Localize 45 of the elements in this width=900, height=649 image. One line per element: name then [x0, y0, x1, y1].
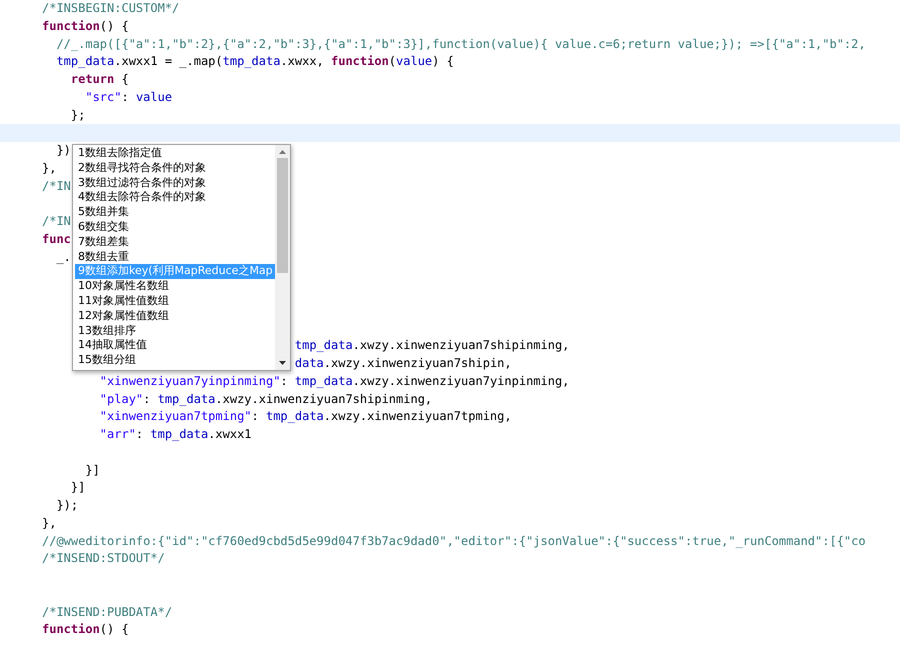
code-line: /*INSEND:PUBDATA*/: [42, 604, 172, 618]
completion-item[interactable]: 13数组排序: [75, 324, 275, 338]
code-line: }): [56, 143, 71, 157]
code-line: "xinwenziyuan7tpming": tmp_data.xwzy.xinwenziyuan7tpming,: [100, 409, 512, 424]
code-line: "play": tmp_data.xwzy.xinwenziyuan7shipinming,: [100, 392, 432, 406]
code-line: /*INSEND:STDOUT*/: [42, 551, 165, 566]
code-line: };: [70, 108, 86, 122]
completion-item[interactable]: 5数组并集: [75, 205, 275, 220]
code-line: data.xwzy.xinwenziyuan7shipin,: [294, 356, 512, 370]
scrollbar-thumb[interactable]: [277, 158, 288, 273]
code-line: //_.map([{"a":1,"b":2},{"a":2,"b":3},{"a":1,"b":3}],function(value){ value.c=6;return value;}); =>[{"a":1,"b":2,: [56, 36, 866, 50]
scrollbar[interactable]: [275, 145, 290, 370]
code-line: }]: [70, 480, 86, 494]
code-line: _.: [56, 250, 71, 264]
code-line: "arr": tmp_data.xwxx1: [100, 427, 252, 441]
completion-item[interactable]: 7数组差集: [75, 234, 275, 250]
code-line: /*IN: [42, 214, 71, 228]
code-line: tmp_data.xwzy.xinwenziyuan7shipinming,: [294, 338, 570, 352]
code-line: return {: [70, 72, 129, 86]
code-line: "src": value: [85, 90, 172, 104]
code-line: function() {: [42, 18, 129, 33]
code-line: tmp_data.xwxx1 = _.map(tmp_data.xwxx, function(value) {: [56, 54, 454, 68]
completion-item[interactable]: 15数组分组: [75, 353, 275, 368]
completion-item[interactable]: 6数组交集: [75, 220, 275, 235]
code-line: });: [56, 498, 78, 512]
code-line: },: [42, 516, 56, 530]
completion-item[interactable]: 10对象属性名数组: [75, 279, 275, 294]
code-line: "xinwenziyuan7yinpinming": tmp_data.xwzy.xinwenziyuan7yinpinming,: [100, 374, 570, 388]
scroll-down-icon[interactable]: [279, 361, 286, 365]
completion-item[interactable]: 4数组去除符合条件的对象: [75, 190, 275, 206]
completion-item[interactable]: 12对象属性值数组: [75, 308, 275, 324]
completion-item[interactable]: 2数组寻找符合条件的对象: [75, 160, 275, 176]
completion-item[interactable]: 8数组去重: [75, 250, 275, 264]
code-line: }]: [85, 462, 100, 476]
code-line: /*INSBEGIN:CUSTOM*/: [42, 1, 180, 15]
scroll-up-icon[interactable]: [279, 150, 286, 154]
completion-item[interactable]: 3数组过滤符合条件的对象: [75, 176, 275, 190]
code-line: /*IN: [42, 178, 71, 192]
completion-item[interactable]: 14抽取属性值: [75, 338, 275, 354]
code-line: //@wweditorinfo:{"id":"cf760ed9cbd5d5e99d047f3b7ac9dad0","editor":{"jsonValue":{"success":true,"_runCommand":[{"co: [42, 534, 866, 548]
code-line: function() {: [42, 622, 129, 636]
code-line: func: [42, 232, 71, 246]
code-line: },: [42, 160, 56, 175]
completion-item[interactable]: 11对象属性值数组: [75, 294, 275, 309]
completion-item[interactable]: 1数组去除指定值: [75, 146, 275, 161]
